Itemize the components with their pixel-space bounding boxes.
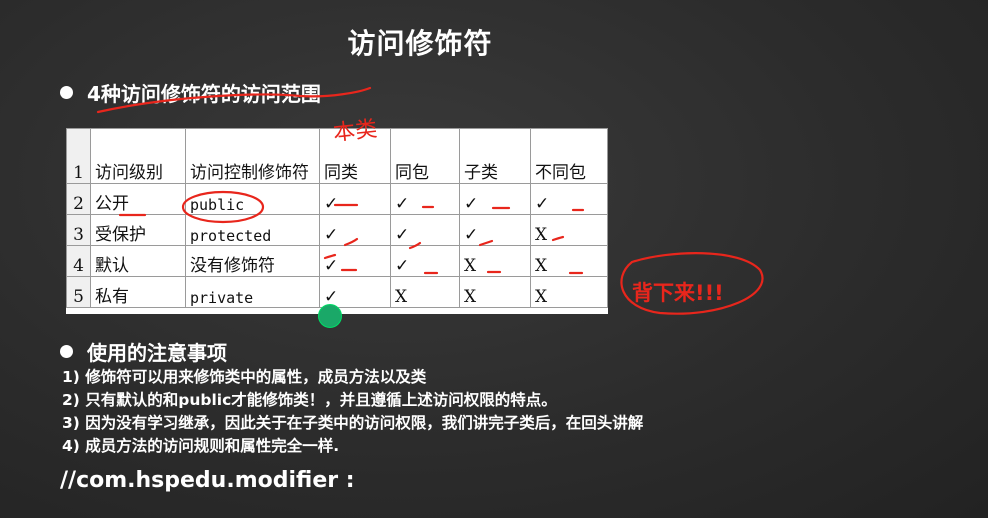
access-modifier-table: 1 访问级别 访问控制修饰符 同类 同包 子类 不同包 2 公开 public … — [66, 128, 608, 314]
cell-same-package: ✓ — [390, 245, 460, 277]
notes-list: 1) 修饰符可以用来修饰类中的属性，成员方法以及类 2) 只有默认的和publi… — [62, 366, 643, 458]
cell-subclass: ✓ — [459, 183, 531, 215]
bullet-dot — [60, 86, 73, 99]
cell-level: 公开 — [90, 183, 186, 215]
table-row: 5 私有 private ✓ X X X — [66, 276, 608, 308]
cell-same-class: ✓ — [319, 183, 391, 215]
cell-level: 受保护 — [90, 214, 186, 246]
cell-subclass: X — [459, 245, 531, 277]
list-item: 3) 因为没有学习继承，因此关于在子类中的访问权限，我们讲完子类后，在回头讲解 — [62, 414, 644, 432]
section-heading-text: 4种访问修饰符的访问范围 — [87, 82, 321, 106]
cell-other-package: X — [530, 214, 608, 246]
cell-modifier: 没有修饰符 — [185, 245, 320, 277]
row-number: 4 — [66, 245, 91, 277]
header-same-package: 同包 — [390, 128, 460, 184]
header-access-level: 访问级别 — [90, 128, 186, 184]
cell-other-package: ✓ — [530, 183, 608, 215]
list-item: 2) 只有默认的和public才能修饰类！，并且遵循上述访问权限的特点。 — [62, 391, 557, 409]
cell-level: 私有 — [90, 276, 186, 308]
cell-modifier: private — [185, 276, 320, 308]
cell-subclass: X — [459, 276, 531, 308]
header-other-package: 不同包 — [530, 128, 608, 184]
cell-same-class: ✓ — [319, 214, 391, 246]
cell-same-package: X — [390, 276, 460, 308]
list-item: 4) 成员方法的访问规则和属性完全一样. — [62, 437, 340, 455]
cell-other-package: X — [530, 276, 608, 308]
pointer-cursor-icon — [318, 304, 342, 328]
header-subclass: 子类 — [459, 128, 531, 184]
memorize-note: 背下来!!! — [632, 281, 724, 305]
cell-same-class: ✓ — [319, 245, 391, 277]
section-heading-access-range: 4种访问修饰符的访问范围 — [60, 78, 321, 107]
slide-title: 访问修饰符 — [347, 27, 493, 60]
cell-same-package: ✓ — [390, 214, 460, 246]
cell-other-package: X — [530, 245, 608, 277]
row-number: 5 — [66, 276, 91, 308]
header-modifier: 访问控制修饰符 — [185, 128, 320, 184]
row-number: 1 — [66, 128, 91, 184]
table-row: 2 公开 public ✓ ✓ ✓ ✓ — [66, 183, 608, 215]
handwritten-same-class-note: 本类 — [332, 116, 379, 147]
row-number: 3 — [66, 214, 91, 246]
row-number: 2 — [66, 183, 91, 215]
section-heading-notes: 使用的注意事项 — [60, 337, 227, 366]
table-row: 4 默认 没有修饰符 ✓ ✓ X X — [66, 245, 608, 277]
cell-same-class: ✓ — [319, 276, 391, 308]
table-row: 3 受保护 protected ✓ ✓ ✓ X — [66, 214, 608, 246]
cell-modifier: public — [185, 183, 320, 215]
list-item: 1) 修饰符可以用来修饰类中的属性，成员方法以及类 — [62, 368, 427, 386]
cell-subclass: ✓ — [459, 214, 531, 246]
cell-modifier: protected — [185, 214, 320, 246]
bullet-dot — [60, 345, 73, 358]
package-comment: //com.hspedu.modifier : — [60, 468, 355, 493]
cell-level: 默认 — [90, 245, 186, 277]
section-heading-text: 使用的注意事项 — [87, 341, 227, 365]
cell-same-package: ✓ — [390, 183, 460, 215]
